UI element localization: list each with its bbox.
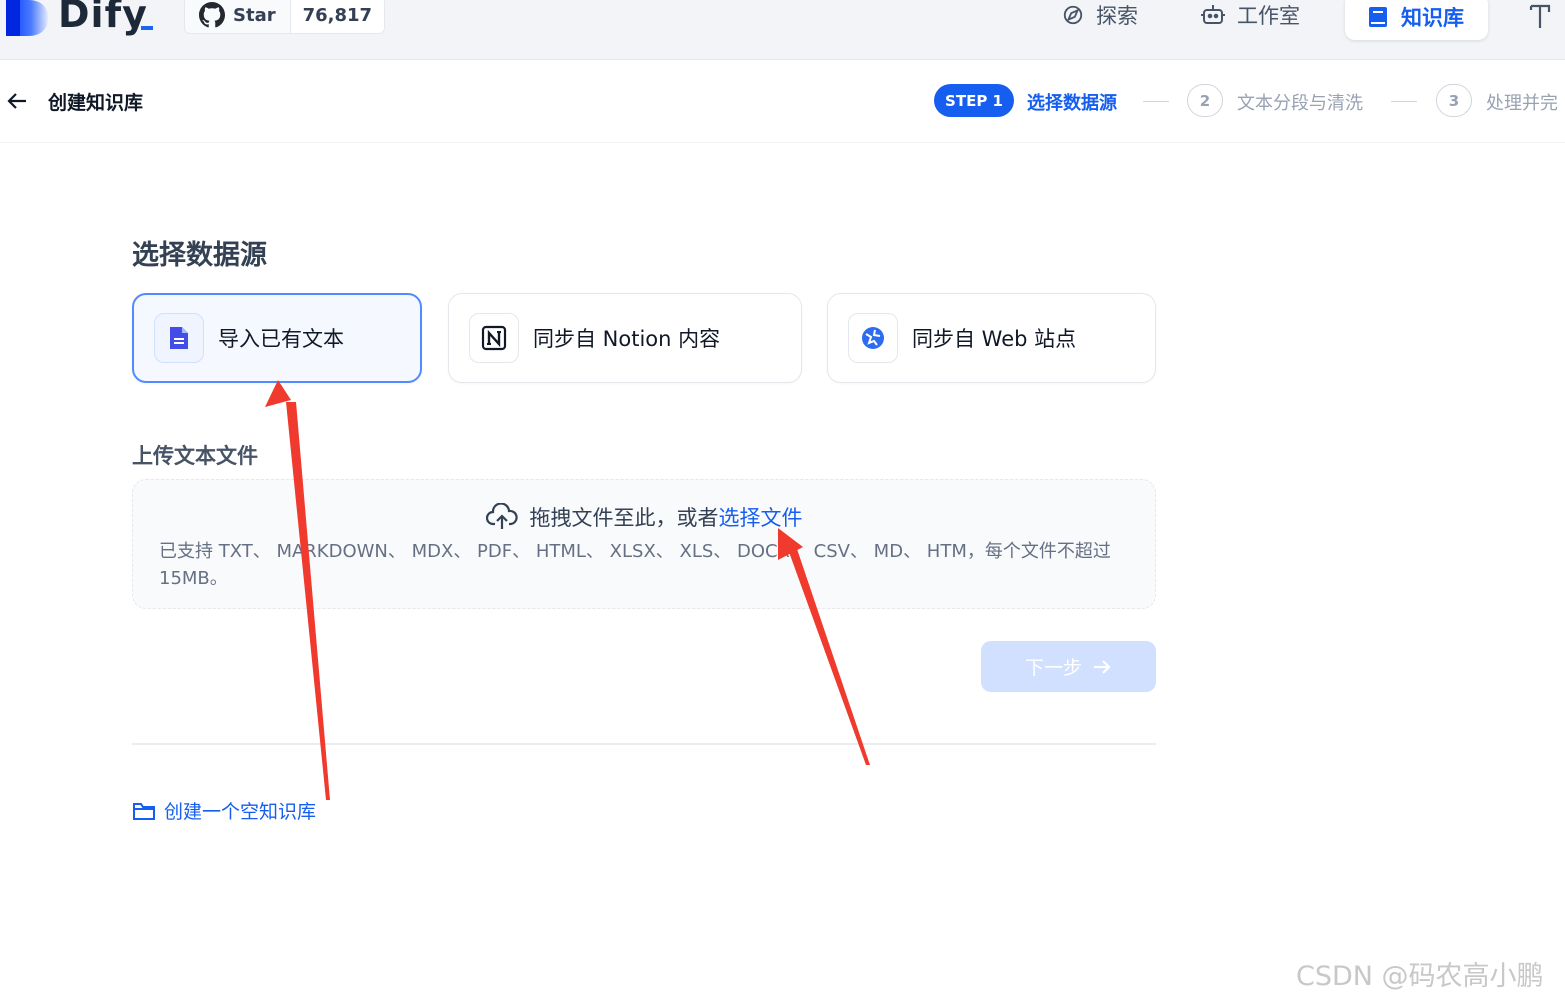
nav-explore[interactable]: 探索 xyxy=(1062,0,1138,30)
upload-section-title: 上传文本文件 xyxy=(132,444,258,468)
section-title: 选择数据源 xyxy=(132,240,267,271)
supported-formats-text: 已支持 TXT、 MARKDOWN、 MDX、 PDF、 HTML、 XLSX、… xyxy=(159,541,1111,589)
github-icon xyxy=(199,2,225,28)
cloud-upload-icon xyxy=(485,503,518,529)
github-star-button[interactable]: Star xyxy=(185,0,291,33)
watermark-text: CSDN @码农高小鹏 xyxy=(1296,961,1544,992)
nav-studio[interactable]: 工作室 xyxy=(1201,0,1300,30)
step-2-label: 文本分段与清洗 xyxy=(1237,93,1363,114)
nav-knowledge-label: 知识库 xyxy=(1401,6,1464,30)
next-step-label: 下一步 xyxy=(1024,657,1082,679)
back-arrow-icon[interactable] xyxy=(6,90,30,112)
logo-underscore xyxy=(141,26,153,30)
next-step-button[interactable]: 下一步 xyxy=(981,641,1156,692)
page-header: 创建知识库 STEP 1 选择数据源 2 文本分段与清洗 3 处理并完 xyxy=(0,60,1565,143)
github-star-label: Star xyxy=(233,4,276,26)
source-card-label: 导入已有文本 xyxy=(218,327,344,351)
create-empty-knowledge-label: 创建一个空知识库 xyxy=(164,801,317,823)
source-icon-wrap xyxy=(848,313,898,363)
step-connector xyxy=(1143,101,1169,102)
source-card-label: 同步自 Notion 内容 xyxy=(533,327,721,351)
page-title: 创建知识库 xyxy=(48,92,144,114)
compass-icon xyxy=(1063,5,1083,25)
dropzone-prompt-line: 拖拽文件至此，或者 选择文件 xyxy=(133,502,1155,532)
github-star-count[interactable]: 76,817 xyxy=(291,5,384,26)
arrow-right-icon xyxy=(1094,659,1111,674)
nav-knowledge[interactable]: 知识库 xyxy=(1345,0,1488,40)
notion-icon xyxy=(481,325,507,351)
step-2-badge: 2 xyxy=(1187,84,1223,117)
source-card-import-text[interactable]: 导入已有文本 xyxy=(132,293,422,383)
source-card-web[interactable]: 同步自 Web 站点 xyxy=(827,293,1156,383)
github-star-widget[interactable]: Star 76,817 xyxy=(184,0,386,34)
tool-icon[interactable] xyxy=(1525,0,1555,30)
top-nav-bar: Dify Star 76,817 探索 工作室 知识库 xyxy=(0,0,1565,60)
nav-studio-label: 工作室 xyxy=(1237,4,1300,28)
step-connector xyxy=(1391,101,1417,102)
step-3-badge: 3 xyxy=(1436,84,1472,117)
nav-explore-label: 探索 xyxy=(1096,4,1138,28)
dify-logo-icon[interactable] xyxy=(6,0,48,36)
folder-icon xyxy=(133,802,155,820)
web-icon xyxy=(862,327,884,349)
step-3-label: 处理并完 xyxy=(1486,93,1558,114)
step-1-badge: STEP 1 xyxy=(934,84,1014,117)
source-icon-wrap xyxy=(469,313,519,363)
dropzone-prompt: 拖拽文件至此，或者 xyxy=(529,506,719,530)
select-file-link[interactable]: 选择文件 xyxy=(719,502,803,532)
create-empty-knowledge-link[interactable]: 创建一个空知识库 xyxy=(132,797,316,824)
step-1-label: 选择数据源 xyxy=(1027,93,1117,114)
robot-icon xyxy=(1201,5,1225,24)
file-dropzone[interactable]: 拖拽文件至此，或者 选择文件 已支持 TXT、 MARKDOWN、 MDX、 P… xyxy=(132,479,1156,609)
file-text-icon xyxy=(170,327,188,349)
source-card-label: 同步自 Web 站点 xyxy=(912,327,1077,351)
source-icon-wrap xyxy=(154,313,204,363)
source-card-notion[interactable]: 同步自 Notion 内容 xyxy=(448,293,802,383)
book-icon xyxy=(1369,7,1387,27)
section-divider xyxy=(132,743,1156,745)
app-logo-text[interactable]: Dify xyxy=(58,0,148,36)
